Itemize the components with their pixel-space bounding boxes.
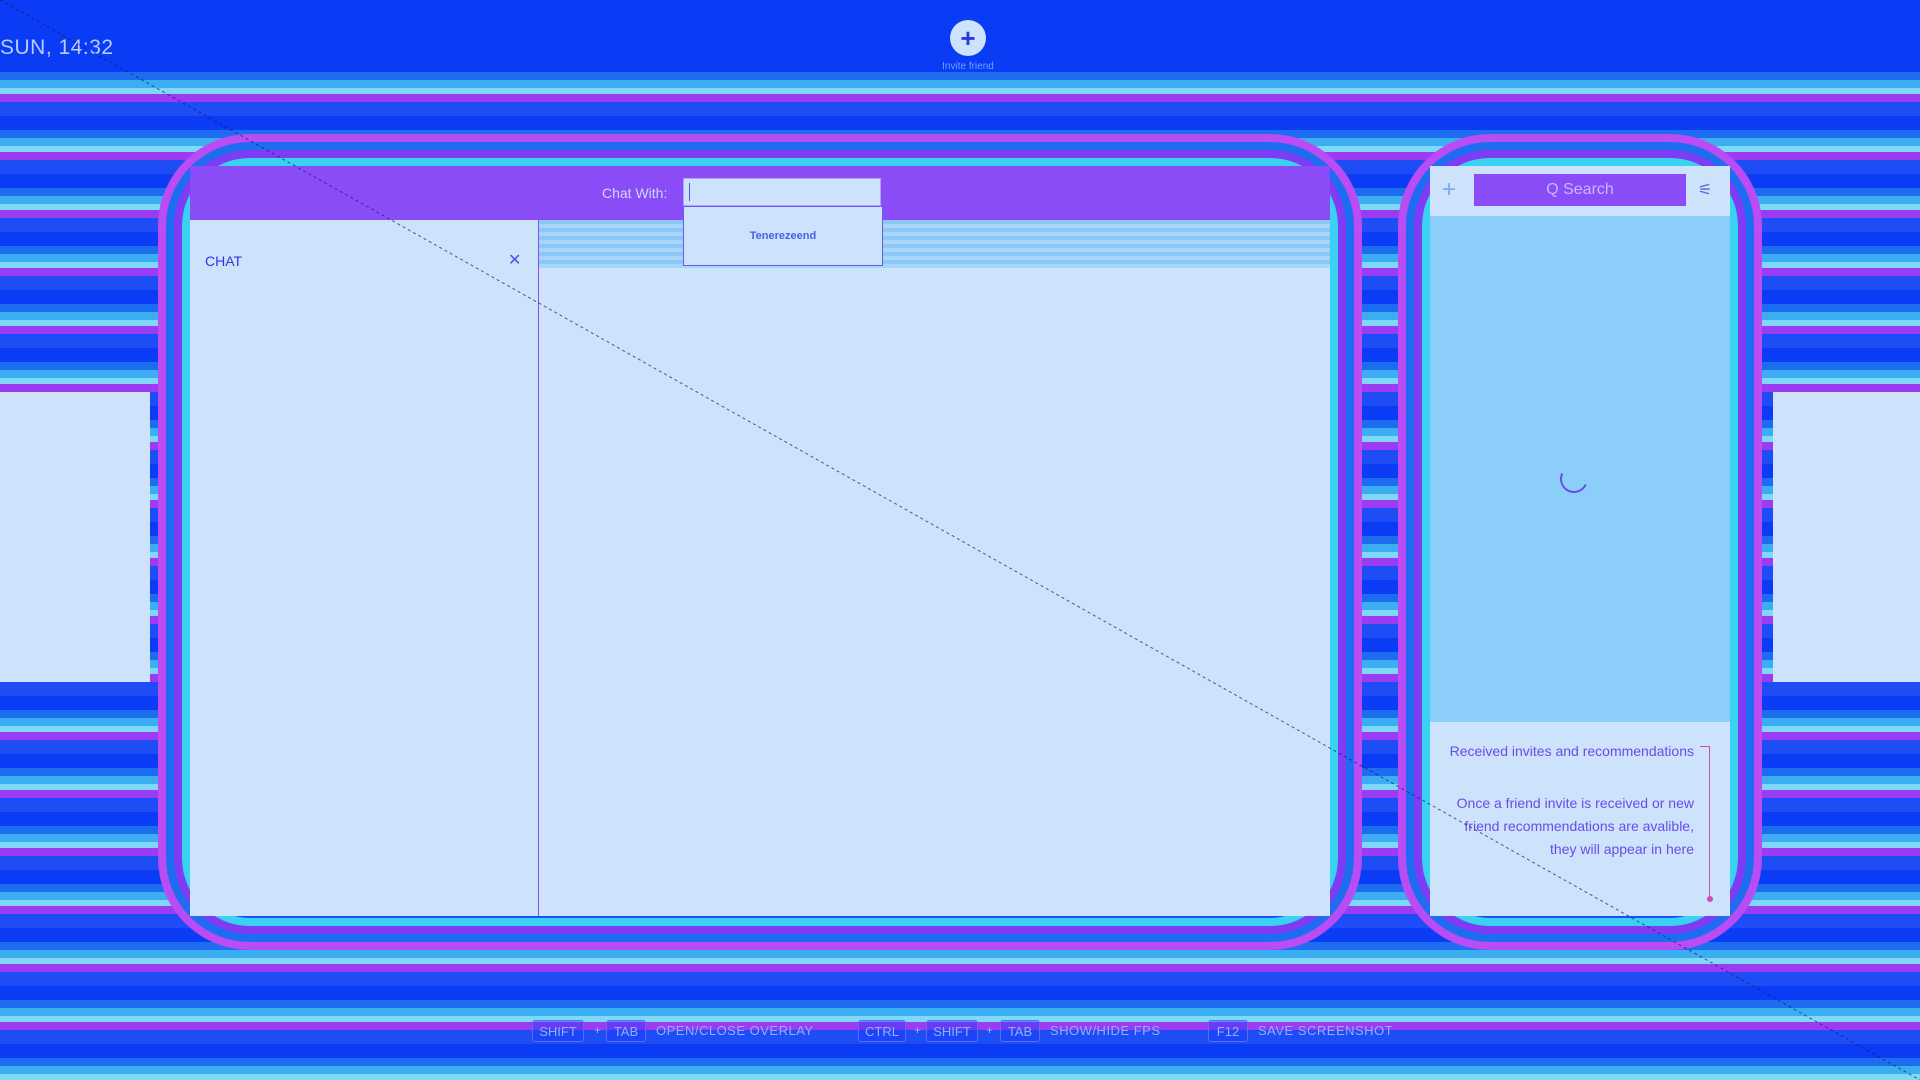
key-shift: SHIFT [926,1020,978,1042]
chat-window: Chat With: Tenerezeend CHAT ✕ [190,166,1330,916]
close-icon[interactable]: ✕ [508,250,521,270]
friends-panel: + Q Search ⚟ Received invites and recomm… [1430,166,1730,916]
invites-title: Received invites and recommendations [1449,743,1694,759]
chat-with-input[interactable] [683,178,881,206]
input-caret [689,183,690,201]
plus-separator: + [914,1023,922,1037]
key-f12: F12 [1208,1020,1248,1042]
clock: SUN, 14:32 [0,36,114,59]
side-panel-left [0,392,150,682]
chat-header-stripe [539,220,1330,268]
sliders-icon[interactable]: ⚟ [1698,180,1712,200]
hint-label: OPEN/CLOSE OVERLAY [656,1023,814,1038]
side-panel-right [1773,392,1920,682]
add-friend-label: Invite friend [942,61,994,72]
chat-list-pane: CHAT ✕ [190,220,539,916]
friends-list [1430,216,1730,722]
key-shift: SHIFT [532,1020,584,1042]
friends-toolbar: + Q Search ⚟ [1430,166,1730,216]
chat-list-title: CHAT [205,253,243,269]
chat-with-suggestion[interactable]: Tenerezeend [683,206,883,266]
loading-spinner-icon [1556,461,1592,497]
plus-icon[interactable]: + [1442,176,1456,204]
chat-with-label: Chat With: [602,185,668,201]
friends-search-input[interactable]: Q Search [1474,174,1686,206]
plus-separator: + [594,1023,602,1037]
invites-description: Once a friend invite is received or new … [1456,795,1694,857]
plus-separator: + [986,1023,994,1037]
invites-dot [1707,896,1713,902]
hint-label: SAVE SCREENSHOT [1258,1023,1394,1038]
hint-bar: SHIFT + TAB OPEN/CLOSE OVERLAY CTRL + SH… [0,1020,1920,1056]
key-ctrl: CTRL [858,1020,906,1042]
key-tab: TAB [606,1020,646,1042]
add-friend-button[interactable]: + [950,20,986,56]
hint-label: SHOW/HIDE FPS [1050,1023,1161,1038]
key-tab: TAB [1000,1020,1040,1042]
plus-icon: + [960,23,976,53]
invites-bracket [1700,746,1710,898]
